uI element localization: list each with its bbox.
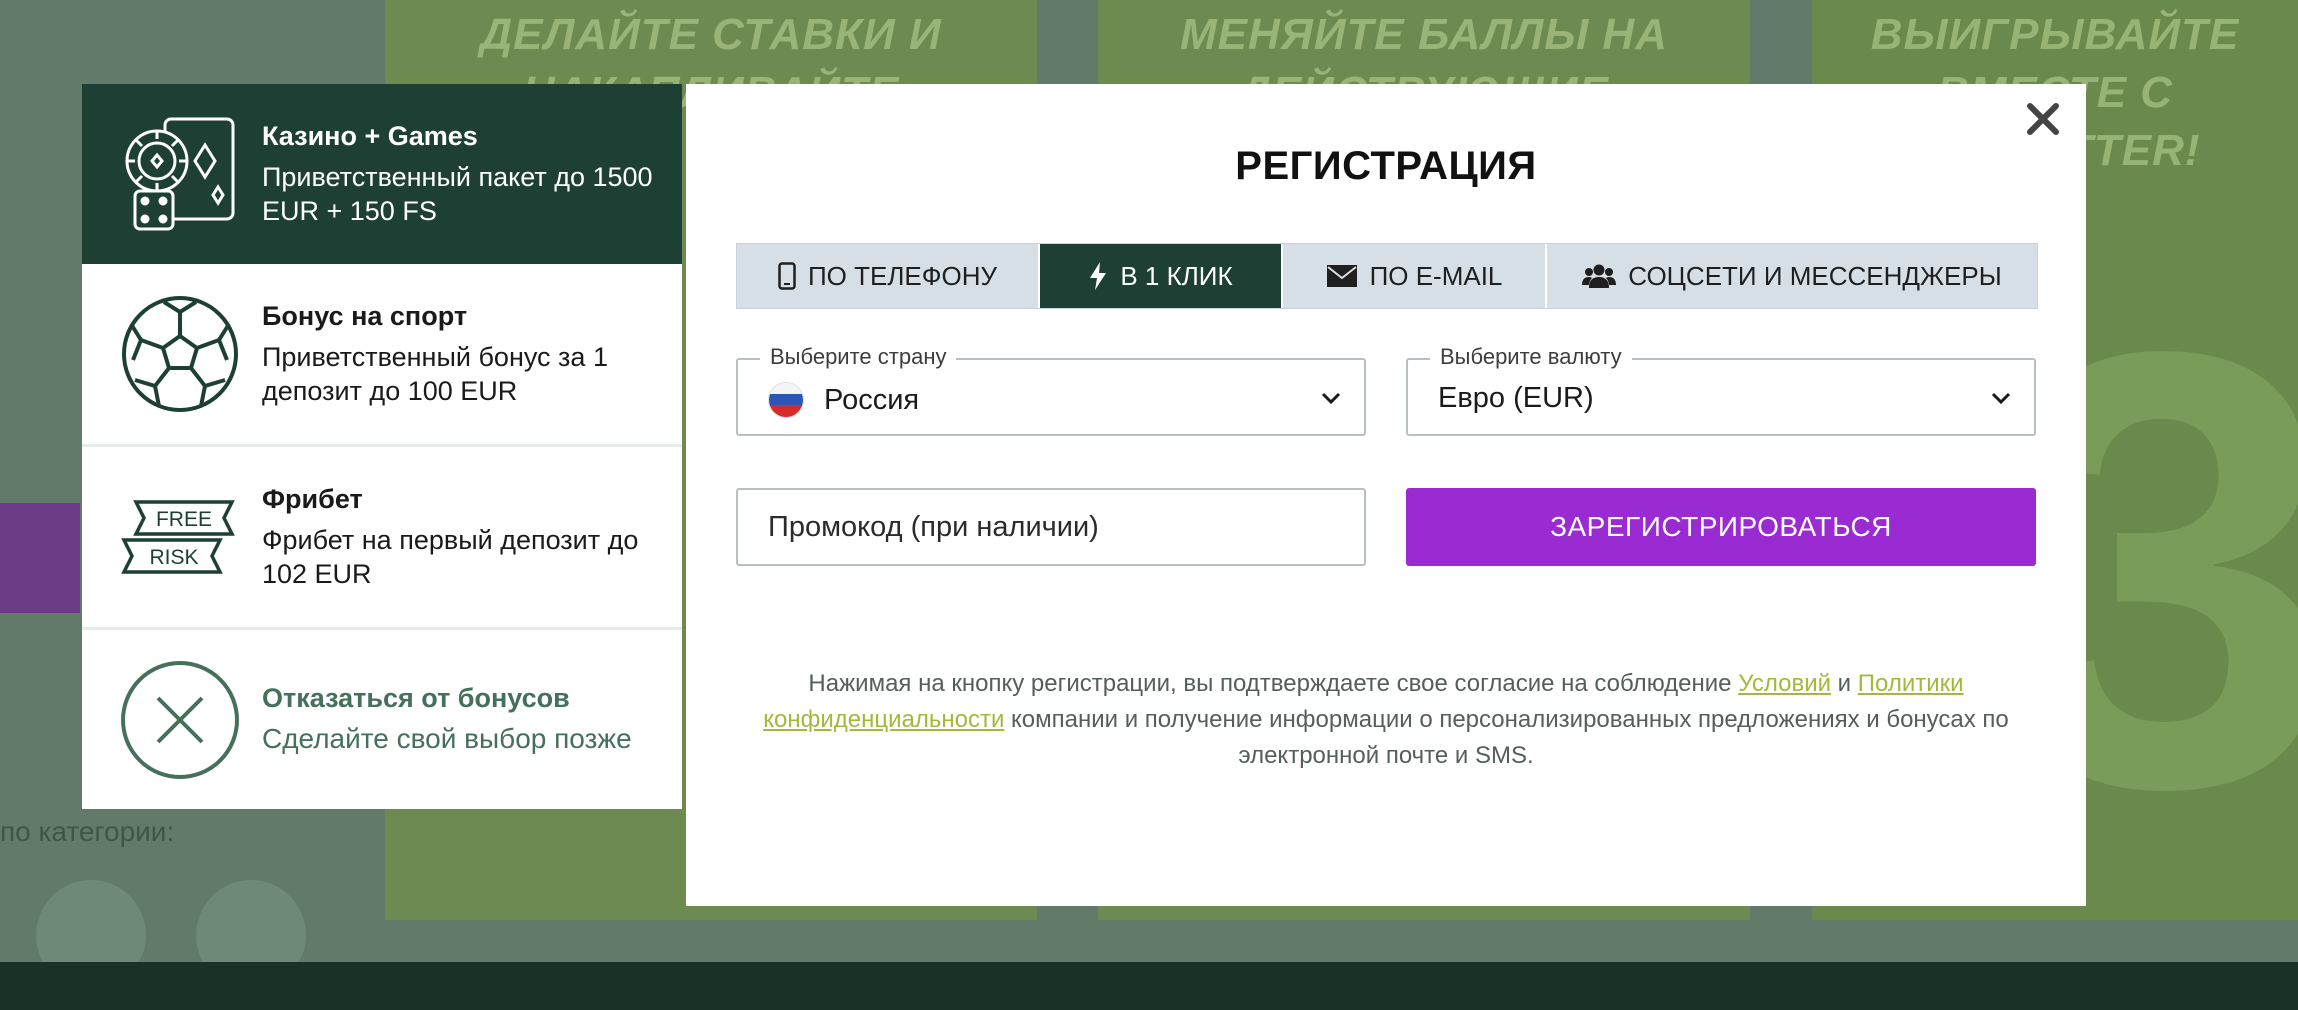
free-risk-icon: FREE RISK bbox=[120, 477, 240, 597]
chevron-down-icon bbox=[1321, 392, 1341, 405]
register-button[interactable]: ЗАРЕГИСТРИРОВАТЬСЯ bbox=[1406, 488, 2036, 566]
registration-modal: РЕГИСТРАЦИЯ ПО ТЕЛЕФОНУ В 1 КЛИК ПО E-MA… bbox=[686, 84, 2086, 906]
category-text: по категории: bbox=[0, 816, 175, 847]
users-icon bbox=[1582, 264, 1617, 288]
soccer-ball-icon bbox=[120, 294, 240, 414]
mobile-phone-icon bbox=[778, 262, 796, 290]
lightning-icon bbox=[1090, 262, 1107, 290]
currency-select-value: Евро (EUR) bbox=[1438, 382, 1594, 414]
country-select-label: Выберите страну bbox=[760, 344, 957, 370]
tab-one-click[interactable]: В 1 КЛИК bbox=[1040, 244, 1283, 308]
bonus-title: Казино + Games bbox=[262, 120, 478, 151]
close-icon[interactable] bbox=[2018, 94, 2068, 144]
background-purple-button bbox=[0, 503, 80, 613]
page-footer bbox=[0, 962, 2298, 1010]
consent-text-after: компании и получение информации о персон… bbox=[1004, 706, 2009, 769]
chevron-down-icon bbox=[1991, 392, 2011, 405]
casino-chips-dice-icon bbox=[120, 114, 240, 234]
tab-phone[interactable]: ПО ТЕЛЕФОНУ bbox=[737, 244, 1040, 308]
tab-label: СОЦСЕТИ И МЕССЕНДЖЕРЫ bbox=[1628, 260, 2002, 291]
bonus-panel: Казино + Games Приветственный пакет до 1… bbox=[82, 84, 682, 809]
consent-text-and: и bbox=[1831, 670, 1858, 697]
bonus-title: Бонус на спорт bbox=[262, 300, 468, 331]
consent-text-before: Нажимая на кнопку регистрации, вы подтве… bbox=[808, 670, 1739, 697]
modal-title: РЕГИСТРАЦИЯ bbox=[1235, 144, 1537, 188]
bonus-description: Приветственный пакет до 1500 EUR + 150 F… bbox=[262, 161, 653, 226]
free-icon-text: FREE bbox=[156, 508, 212, 531]
bonus-description: Фрибет на первый депозит до 102 EUR bbox=[262, 524, 639, 589]
bonus-title: Фрибет bbox=[262, 483, 363, 514]
bonus-title: Отказаться от бонусов bbox=[262, 683, 570, 713]
tab-email[interactable]: ПО E-MAIL bbox=[1283, 244, 1547, 308]
envelope-icon bbox=[1326, 265, 1357, 287]
bonus-card-sport[interactable]: Бонус на спорт Приветственный бонус за 1… bbox=[82, 264, 682, 447]
currency-select-label: Выберите валюту bbox=[1430, 344, 1632, 370]
tab-label: ПО ТЕЛЕФОНУ bbox=[807, 260, 998, 291]
country-select[interactable]: Выберите страну Россия bbox=[736, 344, 1366, 436]
registration-tabs: ПО ТЕЛЕФОНУ В 1 КЛИК ПО E-MAIL СОЦСЕТИ И… bbox=[736, 243, 2038, 309]
bonus-card-casino[interactable]: Казино + Games Приветственный пакет до 1… bbox=[82, 84, 682, 264]
bonus-card-freebet[interactable]: FREE RISK Фрибет Фрибет на первый депози… bbox=[82, 447, 682, 630]
country-select-value: Россия bbox=[824, 383, 920, 416]
currency-select[interactable]: Выберите валюту Евро (EUR) bbox=[1406, 344, 2036, 436]
tab-social[interactable]: СОЦСЕТИ И МЕССЕНДЖЕРЫ bbox=[1547, 244, 2037, 308]
bonus-description: Приветственный бонус за 1 депозит до 100… bbox=[262, 341, 608, 406]
decline-x-icon bbox=[120, 660, 240, 780]
russia-flag-icon bbox=[768, 382, 804, 418]
tab-label: ПО E-MAIL bbox=[1369, 260, 1503, 291]
bonus-card-decline[interactable]: Отказаться от бонусов Сделайте свой выбо… bbox=[82, 630, 682, 809]
consent-text: Нажимая на кнопку регистрации, вы подтве… bbox=[746, 666, 2026, 774]
bonus-description: Сделайте свой выбор позже bbox=[262, 723, 632, 754]
promo-code-input[interactable] bbox=[736, 488, 1366, 566]
tab-label: В 1 КЛИК bbox=[1120, 260, 1233, 291]
terms-link[interactable]: Условий bbox=[1738, 670, 1831, 697]
risk-icon-text: RISK bbox=[149, 546, 198, 569]
